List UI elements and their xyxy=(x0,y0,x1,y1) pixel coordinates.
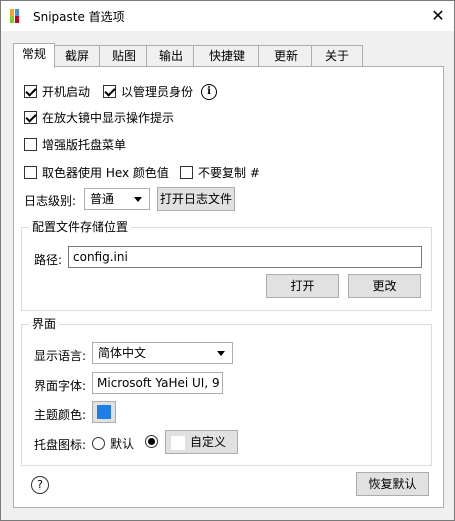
snipaste-logo-icon xyxy=(10,9,24,23)
enhanced-tray-menu-option[interactable]: 增强版托盘菜单 xyxy=(24,136,126,153)
tray-icon-preview xyxy=(170,434,186,451)
color-picker-hex-checkbox[interactable] xyxy=(24,166,37,179)
tab-output[interactable]: 输出 xyxy=(146,45,196,67)
help-icon[interactable]: ? xyxy=(31,476,49,494)
run-as-admin-checkbox[interactable] xyxy=(103,85,116,98)
tab-capture[interactable]: 截屏 xyxy=(52,45,102,67)
config-path-field[interactable]: config.ini xyxy=(68,246,422,268)
tray-icon-label: 托盘图标: xyxy=(34,438,87,452)
chevron-down-icon xyxy=(217,351,225,356)
window-title: Snipaste 首选项 xyxy=(33,10,125,24)
font-label: 界面字体: xyxy=(34,379,87,393)
preferences-window: Snipaste 首选项 ✕ 常规 截屏 贴图 输出 快捷键 更新 关于 开机启… xyxy=(0,0,455,521)
open-log-file-button[interactable]: 打开日志文件 xyxy=(157,187,235,211)
tab-general[interactable]: 常规 xyxy=(13,43,55,68)
run-as-admin-label: 以管理员身份 xyxy=(121,85,194,99)
tab-about[interactable]: 关于 xyxy=(311,45,363,67)
tab-hotkeys[interactable]: 快捷键 xyxy=(193,45,261,67)
language-select[interactable]: 简体中文 xyxy=(92,342,233,364)
magnifier-hints-checkbox[interactable] xyxy=(24,111,37,124)
log-level-select[interactable]: 普通 xyxy=(84,188,150,210)
general-panel: 开机启动 以管理员身份 i 在放大镜中显示操作提示 增强版托盘菜单 取色器使用 … xyxy=(13,66,444,508)
autostart-label: 开机启动 xyxy=(42,85,91,99)
tray-custom-option[interactable] xyxy=(145,435,158,448)
log-level-value: 普通 xyxy=(90,192,115,206)
color-picker-hex-label: 取色器使用 Hex 颜色值 xyxy=(42,166,169,180)
enhanced-tray-menu-label: 增强版托盘菜单 xyxy=(42,138,127,152)
no-copy-hash-option[interactable]: 不要复制 # xyxy=(180,164,260,181)
language-label: 显示语言: xyxy=(34,349,87,363)
path-label: 路径: xyxy=(34,253,63,267)
color-picker-hex-option[interactable]: 取色器使用 Hex 颜色值 xyxy=(24,164,169,181)
tray-default-option[interactable]: 默认 xyxy=(92,435,134,452)
no-copy-hash-label: 不要复制 # xyxy=(198,166,260,180)
magnifier-hints-option[interactable]: 在放大镜中显示操作提示 xyxy=(24,109,174,126)
interface-title: 界面 xyxy=(29,315,60,332)
config-location-title: 配置文件存储位置 xyxy=(29,218,132,235)
tray-default-label: 默认 xyxy=(110,437,135,451)
autostart-checkbox[interactable] xyxy=(24,85,37,98)
title-bar: Snipaste 首选项 ✕ xyxy=(1,1,454,31)
change-config-button[interactable]: 更改 xyxy=(348,274,421,298)
run-as-admin-option[interactable]: 以管理员身份 i xyxy=(103,83,218,100)
font-field[interactable]: Microsoft YaHei UI, 9 xyxy=(92,372,223,394)
tray-custom-label: 自定义 xyxy=(190,435,227,449)
restore-defaults-button[interactable]: 恢复默认 xyxy=(356,472,429,496)
tab-pin[interactable]: 贴图 xyxy=(99,45,149,67)
enhanced-tray-menu-checkbox[interactable] xyxy=(24,138,37,151)
theme-color-label: 主题颜色: xyxy=(34,408,87,422)
chevron-down-icon xyxy=(134,197,142,202)
no-copy-hash-checkbox[interactable] xyxy=(180,166,193,179)
magnifier-hints-label: 在放大镜中显示操作提示 xyxy=(42,111,175,125)
config-location-group xyxy=(21,227,432,311)
close-icon[interactable]: ✕ xyxy=(427,5,449,27)
tray-custom-radio[interactable] xyxy=(145,435,158,448)
log-level-label: 日志级别: xyxy=(24,194,77,208)
language-value: 简体中文 xyxy=(98,346,147,360)
autostart-option[interactable]: 开机启动 xyxy=(24,83,90,100)
tray-custom-button[interactable]: 自定义 xyxy=(165,430,238,454)
tab-update[interactable]: 更新 xyxy=(258,45,314,67)
theme-color-swatch xyxy=(97,405,111,419)
info-icon[interactable]: i xyxy=(201,83,218,100)
theme-color-button[interactable] xyxy=(92,401,116,423)
tray-default-radio[interactable] xyxy=(92,437,105,450)
open-config-button[interactable]: 打开 xyxy=(266,274,339,298)
